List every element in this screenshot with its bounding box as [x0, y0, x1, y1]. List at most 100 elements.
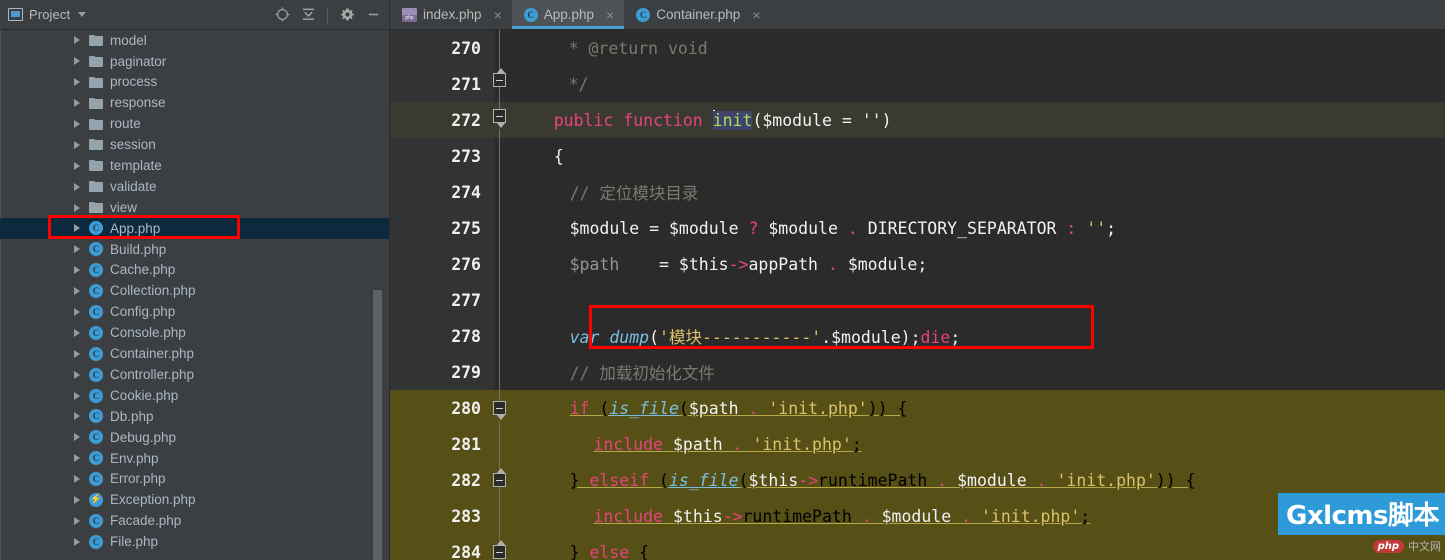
tree-item-env-php[interactable]: C Env.php	[0, 448, 390, 469]
php-class-icon: C	[636, 7, 651, 22]
code-line[interactable]: 278 var_dump('模块-----------'.$module);di…	[390, 318, 1445, 354]
gear-icon[interactable]	[336, 4, 358, 26]
code-line[interactable]: 271 */	[390, 66, 1445, 102]
tree-item-container-php[interactable]: C Container.php	[0, 343, 390, 364]
expand-arrow-icon[interactable]	[74, 287, 80, 296]
expand-arrow-icon[interactable]	[74, 433, 80, 442]
tree-item-controller-php[interactable]: C Controller.php	[0, 364, 390, 385]
expand-arrow-icon[interactable]	[74, 412, 80, 421]
tree-item-paginator[interactable]: paginator	[0, 51, 390, 72]
fold-marker-collapse[interactable]	[493, 540, 506, 559]
expand-arrow-icon[interactable]	[74, 224, 80, 233]
tree-item-label: Error.php	[110, 471, 166, 487]
expand-arrow-icon[interactable]	[74, 516, 80, 525]
code-view[interactable]: 270 * @return void 271 */ 272 public fun…	[390, 30, 1445, 560]
tree-item-config-php[interactable]: C Config.php	[0, 302, 390, 323]
tab-close-icon[interactable]: ×	[752, 8, 760, 22]
fold-marker-collapse[interactable]	[493, 109, 506, 128]
expand-arrow-icon[interactable]	[74, 78, 80, 87]
tree-item-model[interactable]: model	[0, 30, 390, 51]
expand-arrow-icon[interactable]	[74, 496, 80, 505]
expand-arrow-icon[interactable]	[74, 161, 80, 170]
expand-arrow-icon[interactable]	[74, 266, 80, 275]
fold-marker-collapse[interactable]	[493, 468, 506, 487]
code-line[interactable]: 274 // 定位模块目录	[390, 174, 1445, 210]
fold-marker-collapse[interactable]	[493, 401, 506, 420]
code-line[interactable]: 273 {	[390, 138, 1445, 174]
locate-icon[interactable]	[271, 4, 293, 26]
expand-arrow-icon[interactable]	[74, 120, 80, 128]
tree-item-label: Cookie.php	[110, 387, 179, 403]
tree-item-validate[interactable]: validate	[0, 176, 390, 197]
tab-app-php[interactable]: C App.php ×	[511, 0, 625, 29]
tree-item-process[interactable]: process	[0, 72, 390, 93]
line-content: {	[504, 147, 1445, 166]
sidebar-scrollbar-track[interactable]	[373, 30, 382, 560]
expand-arrow-icon[interactable]	[74, 537, 80, 546]
code-line-current[interactable]: 272 public function init($module = '')	[390, 102, 1445, 138]
expand-arrow-icon[interactable]	[74, 182, 80, 191]
expand-arrow-icon[interactable]	[74, 140, 80, 149]
tab-container-php[interactable]: C Container.php ×	[624, 0, 771, 29]
tree-item-collection-php[interactable]: C Collection.php	[0, 281, 390, 302]
expand-arrow-icon[interactable]	[74, 99, 80, 108]
expand-arrow-icon[interactable]	[74, 328, 80, 337]
expand-arrow-icon[interactable]	[74, 454, 80, 463]
tab-index-php[interactable]: php index.php ×	[390, 0, 512, 29]
tree-item-response[interactable]: response	[0, 93, 390, 114]
tree-item-error-php[interactable]: C Error.php	[0, 469, 390, 490]
minimize-icon[interactable]	[362, 4, 384, 26]
collapse-all-icon[interactable]	[297, 4, 319, 26]
code-line-highlighted[interactable]: 281 include $path . 'init.php';	[390, 426, 1445, 462]
tab-close-icon[interactable]: ×	[494, 8, 502, 22]
php-class-icon: C	[89, 325, 103, 340]
expand-arrow-icon[interactable]	[74, 308, 80, 317]
tree-item-label: process	[110, 74, 158, 90]
tree-item-label: paginator	[110, 53, 167, 69]
sidebar-scrollbar-thumb[interactable]	[373, 290, 382, 560]
tree-item-app-php[interactable]: C App.php	[0, 218, 390, 239]
expand-arrow-icon[interactable]	[74, 36, 80, 45]
expand-arrow-icon[interactable]	[74, 245, 80, 254]
code-string: '模块-----------'	[659, 328, 822, 347]
expand-arrow-icon[interactable]	[74, 57, 80, 66]
php-class-icon: C	[89, 409, 103, 424]
expand-arrow-icon[interactable]	[74, 370, 80, 379]
fold-marker-collapse[interactable]	[493, 68, 506, 87]
tree-item-template[interactable]: template	[0, 155, 390, 176]
tree-item-session[interactable]: session	[0, 134, 390, 155]
tree-item-file-php[interactable]: C File.php	[0, 531, 390, 552]
expand-arrow-icon[interactable]	[74, 391, 80, 400]
tree-item-db-php[interactable]: C Db.php	[0, 406, 390, 427]
project-panel-icon	[8, 8, 23, 21]
tab-label: Container.php	[656, 7, 741, 22]
tab-close-icon[interactable]: ×	[606, 8, 614, 22]
expand-arrow-icon[interactable]	[74, 475, 80, 484]
code-line[interactable]: 279 // 加载初始化文件	[390, 354, 1445, 390]
fold-guide-line	[499, 487, 500, 542]
tree-item-facade-php[interactable]: C Facade.php	[0, 510, 390, 531]
project-panel-title-group[interactable]: Project	[8, 7, 87, 22]
tree-item-route[interactable]: route	[0, 114, 390, 135]
project-file-tree[interactable]: model paginator process response route sessio…	[0, 30, 390, 560]
tree-item-view[interactable]: view	[0, 197, 390, 218]
folder-icon	[89, 160, 103, 172]
code-line[interactable]: 275 $module = $module ? $module . DIRECT…	[390, 210, 1445, 246]
tree-item-cache-php[interactable]: C Cache.php	[0, 260, 390, 281]
php-class-icon: C	[89, 388, 103, 403]
tree-item-cookie-php[interactable]: C Cookie.php	[0, 385, 390, 406]
expand-arrow-icon[interactable]	[74, 203, 80, 212]
php-class-icon: C	[89, 305, 103, 320]
tree-item-exception-php[interactable]: ⚡ Exception.php	[0, 490, 390, 511]
tree-item-label: Config.php	[110, 304, 176, 320]
code-line[interactable]: 276 $path = $this->appPath . $module;	[390, 246, 1445, 282]
tree-item-build-php[interactable]: C Build.php	[0, 239, 390, 260]
code-line[interactable]: 270 * @return void	[390, 30, 1445, 66]
code-line-highlighted[interactable]: 280 if (is_file($path . 'init.php')) {	[390, 390, 1445, 426]
tree-item-debug-php[interactable]: C Debug.php	[0, 427, 390, 448]
code-line[interactable]: 277	[390, 282, 1445, 318]
line-content: */	[504, 75, 1445, 94]
tree-item-console-php[interactable]: C Console.php	[0, 322, 390, 343]
expand-arrow-icon[interactable]	[74, 349, 80, 358]
chevron-down-icon[interactable]	[78, 12, 87, 17]
